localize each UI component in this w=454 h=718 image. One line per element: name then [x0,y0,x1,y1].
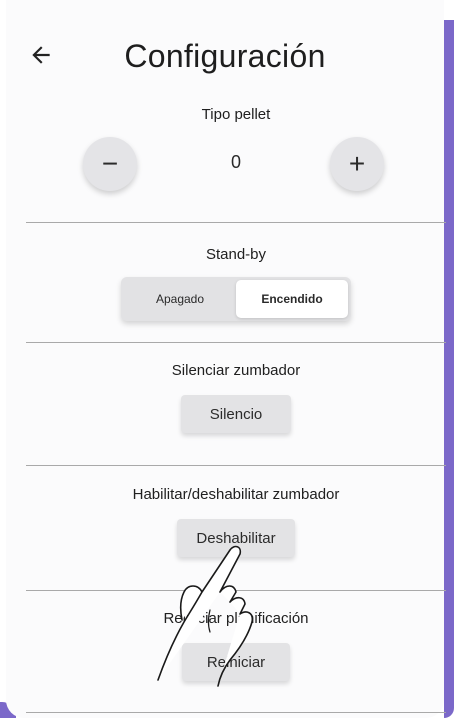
reset-button[interactable]: Reiniciar [182,643,290,681]
standby-toggle: Apagado Encendido [121,277,351,321]
settings-sheet: Configuración Tipo pellet − 0 + Stand-by… [6,0,446,718]
pellet-section: Tipo pellet − 0 + [26,106,446,197]
mute-label: Silenciar zumbador [171,362,301,379]
standby-on-option[interactable]: Encendido [236,280,348,318]
mute-button[interactable]: Silencio [181,395,291,433]
standby-section: Stand-by Apagado Encendido [26,246,446,321]
increment-button[interactable]: + [330,137,384,191]
divider [26,590,446,591]
divider [26,222,446,223]
buzzer-label: Habilitar/deshabilitar zumbador [132,486,340,503]
standby-off-option[interactable]: Apagado [124,280,236,318]
app-bar: Configuración [6,28,444,88]
page-title: Configuración [124,38,326,74]
disable-buzzer-button[interactable]: Deshabilitar [177,519,295,557]
reset-section: Reiniciar planificación Reiniciar [26,610,446,681]
pellet-stepper: − 0 + [26,137,446,197]
screen: Configuración Tipo pellet − 0 + Stand-by… [0,0,454,718]
buzzer-section: Habilitar/deshabilitar zumbador Deshabil… [26,486,446,557]
divider [26,342,446,343]
divider [26,712,446,713]
plus-icon: + [348,148,366,179]
divider [26,465,446,466]
standby-label: Stand-by [205,246,267,263]
mute-section: Silenciar zumbador Silencio [26,362,446,433]
pellet-label: Tipo pellet [201,106,271,123]
reset-label: Reiniciar planificación [163,610,309,627]
